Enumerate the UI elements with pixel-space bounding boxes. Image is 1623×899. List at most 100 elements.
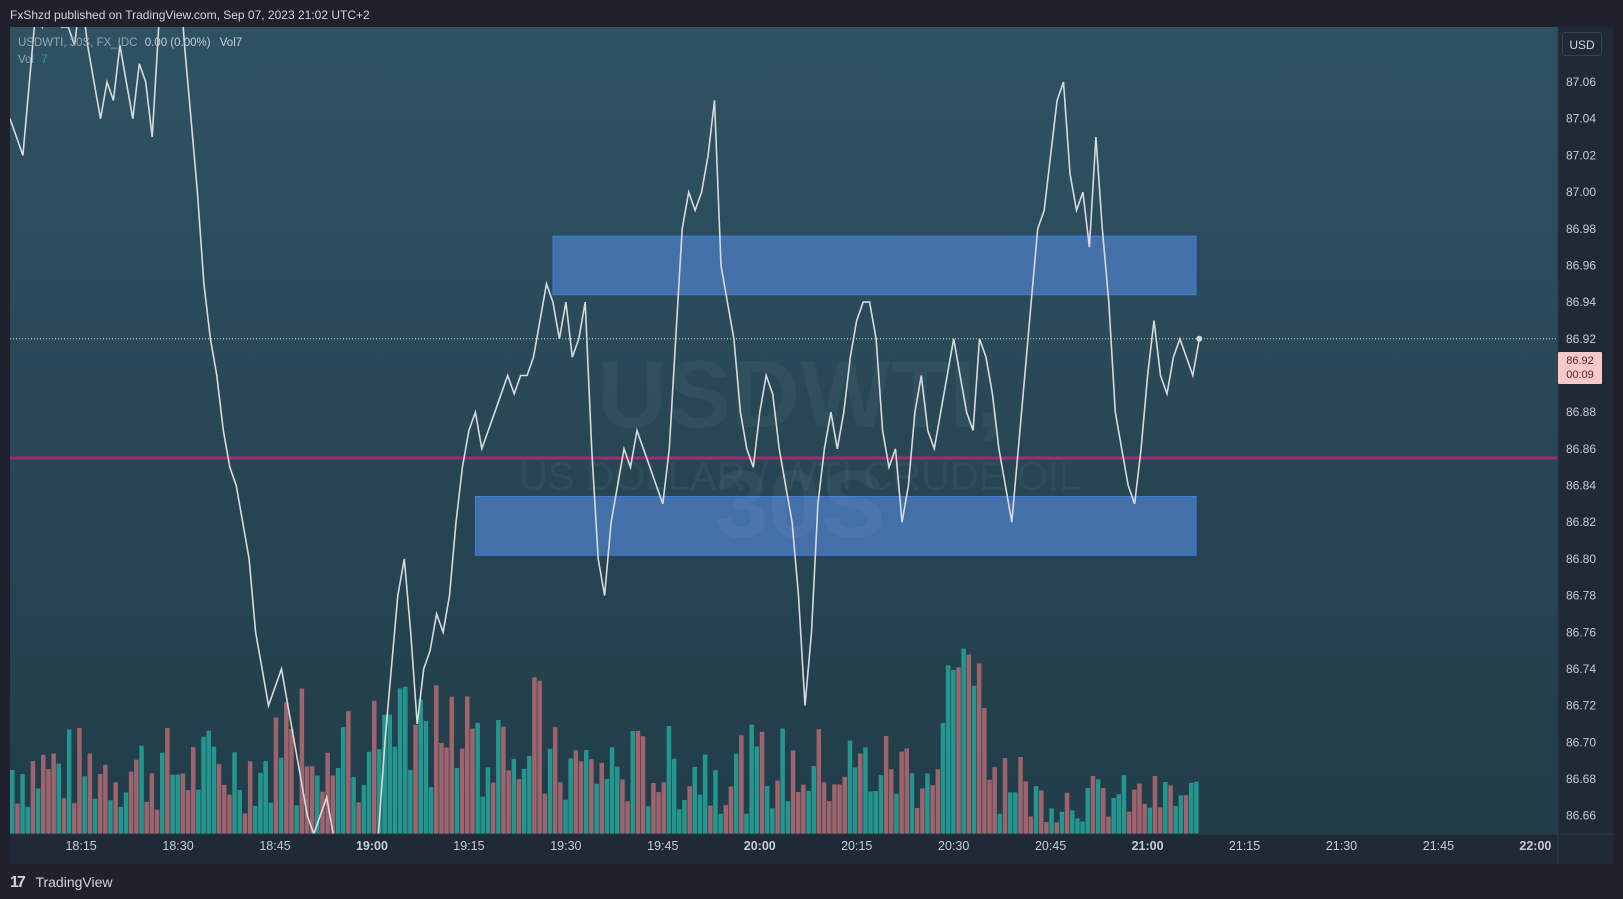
volume-bar xyxy=(563,799,568,834)
y-tick-label: 86.92 xyxy=(1566,332,1596,346)
x-tick-label: 21:00 xyxy=(1132,839,1164,853)
volume-bar xyxy=(966,654,972,834)
volume-bar xyxy=(403,686,408,834)
volume-bar xyxy=(459,748,465,834)
volume-bar xyxy=(527,755,532,834)
volume-bar xyxy=(1163,782,1168,834)
volume-bar xyxy=(1106,816,1111,834)
volume-bar xyxy=(796,791,801,834)
volume-bar xyxy=(532,677,537,834)
volume-bar xyxy=(196,789,201,834)
volume-bar xyxy=(847,740,853,834)
volume-bar xyxy=(351,777,356,834)
volume-bar xyxy=(816,729,822,834)
volume-bar xyxy=(123,792,129,834)
legend-volume-row[interactable]: Vol 7 xyxy=(18,52,242,69)
volume-bar xyxy=(134,759,139,834)
volume-bar xyxy=(206,730,211,834)
legend-change-value: 0.00 (0.00%) xyxy=(144,37,211,49)
volume-bar xyxy=(247,761,253,834)
volume-bar xyxy=(258,772,263,834)
volume-bar xyxy=(227,794,232,834)
volume-bar xyxy=(687,786,692,834)
y-tick-label: 87.06 xyxy=(1566,75,1596,89)
volume-bar xyxy=(987,779,992,834)
plot-background[interactable] xyxy=(10,27,1558,834)
volume-bar xyxy=(97,773,103,834)
volume-bar xyxy=(1039,790,1044,834)
x-tick-label: 22:00 xyxy=(1519,839,1551,853)
volume-bar xyxy=(914,808,920,834)
volume-bar xyxy=(356,802,361,834)
volume-bar xyxy=(671,758,677,834)
volume-bar xyxy=(589,759,594,834)
currency-button[interactable]: USD xyxy=(1562,32,1602,56)
volume-bar xyxy=(1147,807,1153,834)
volume-bar xyxy=(51,753,56,834)
volume-bar xyxy=(542,793,548,834)
volume-bar xyxy=(558,782,563,834)
volume-bar xyxy=(521,769,527,834)
volume-bar xyxy=(630,731,635,834)
y-tick-label: 86.72 xyxy=(1566,699,1596,713)
x-tick-label: 20:15 xyxy=(841,839,872,853)
volume-bar xyxy=(366,751,372,834)
volume-bar xyxy=(1023,781,1028,834)
volume-bar xyxy=(713,770,718,834)
y-tick-label: 86.86 xyxy=(1566,442,1596,456)
volume-bar xyxy=(294,805,299,834)
y-tick-label: 86.88 xyxy=(1566,405,1596,419)
y-tick-label: 86.98 xyxy=(1566,222,1596,236)
volume-bar xyxy=(749,724,754,834)
volume-bar xyxy=(873,791,878,834)
x-tick-label: 21:30 xyxy=(1326,839,1357,853)
volume-bar xyxy=(951,669,956,834)
volume-bar xyxy=(1075,818,1080,834)
volume-bar xyxy=(516,779,522,834)
legend-vol-label: Vol7 xyxy=(219,37,243,49)
volume-bar xyxy=(465,696,470,834)
volume-bar xyxy=(46,769,51,834)
volume-bar xyxy=(651,783,656,834)
volume-bar xyxy=(594,783,599,834)
volume-bar xyxy=(278,757,284,834)
time-axis-panel[interactable] xyxy=(10,834,1613,864)
volume-bar xyxy=(10,769,15,834)
volume-bar xyxy=(584,750,589,834)
footer-brand-text[interactable]: TradingView xyxy=(35,874,112,890)
volume-bar xyxy=(646,806,651,834)
y-tick-label: 86.84 xyxy=(1566,479,1596,493)
volume-bar xyxy=(1173,805,1178,834)
volume-bar xyxy=(909,773,915,834)
volume-bar xyxy=(41,754,46,834)
resistance-zone-rect[interactable] xyxy=(552,235,1197,296)
volume-bar xyxy=(940,722,946,834)
volume-bar xyxy=(87,753,93,834)
volume-bar xyxy=(144,801,149,834)
volume-bar xyxy=(1183,795,1189,834)
volume-bar xyxy=(434,685,439,834)
volume-bar xyxy=(506,770,511,834)
tradingview-logo-icon[interactable]: 17 xyxy=(10,874,26,891)
y-tick-label: 86.96 xyxy=(1566,258,1596,272)
volume-bar xyxy=(25,806,30,834)
volume-bar xyxy=(485,767,491,834)
support-zone-rect[interactable] xyxy=(474,496,1197,556)
volume-bar xyxy=(1152,776,1158,834)
volume-bar xyxy=(444,747,449,834)
volume-bar xyxy=(496,719,501,834)
volume-bar xyxy=(780,728,785,834)
volume-bar xyxy=(837,784,842,834)
volume-bar xyxy=(1116,794,1121,834)
volume-bar xyxy=(72,803,77,834)
volume-bar xyxy=(454,768,460,834)
volume-bar xyxy=(1080,821,1085,834)
legend-symbol[interactable]: USDWTI, 30S, FX_IDC xyxy=(18,37,138,49)
volume-bar xyxy=(113,782,118,834)
volume-bar xyxy=(361,784,367,834)
volume-bar xyxy=(20,774,25,834)
x-tick-label: 19:15 xyxy=(453,839,484,853)
volume-bar xyxy=(568,758,573,834)
price-chart-svg[interactable]: 86.66 86.68 86.70 86.72 86.74 86.76 86.78 86.80… xyxy=(0,0,1623,898)
legend-symbol-row[interactable]: USDWTI, 30S, FX_IDC 0.00 (0.00%) Vol7 xyxy=(18,35,242,52)
